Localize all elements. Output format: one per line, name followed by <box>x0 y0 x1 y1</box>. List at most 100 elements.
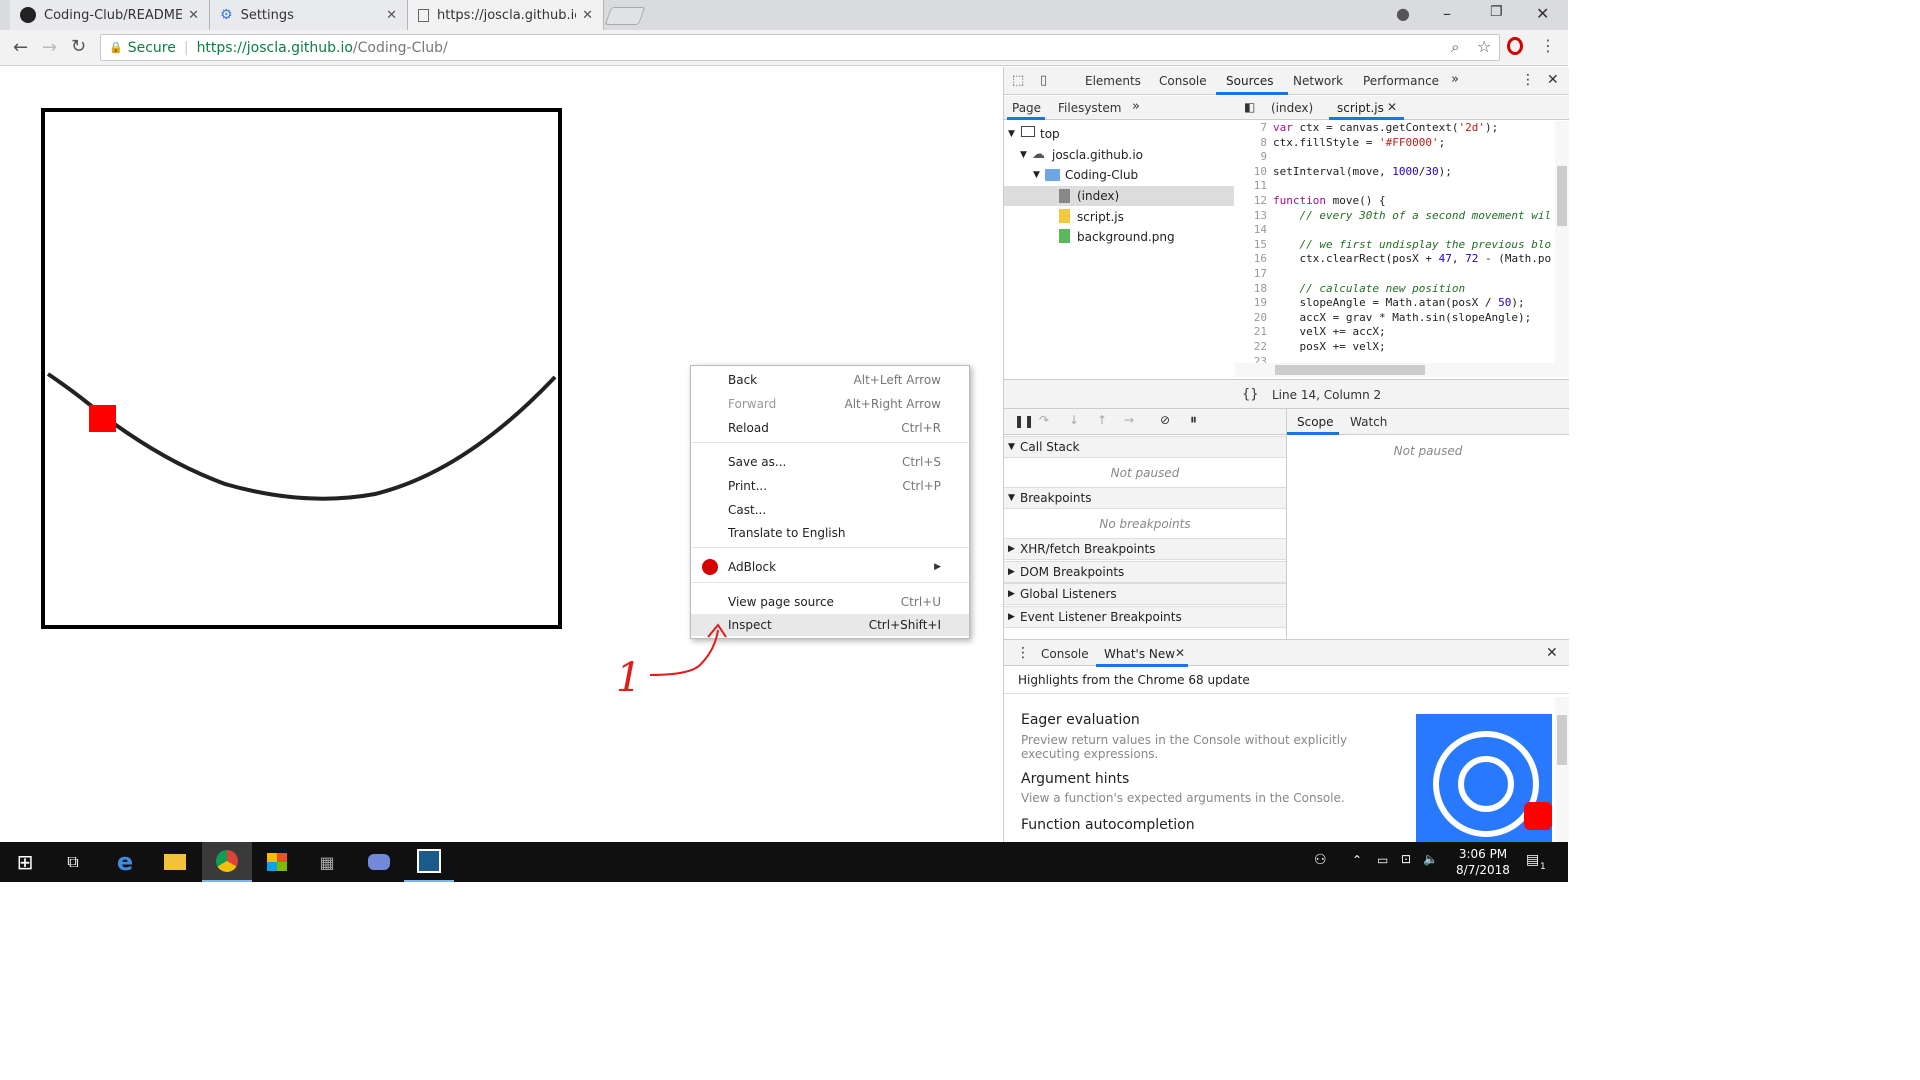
menu-item-translate[interactable]: Translate to English <box>691 522 969 544</box>
close-icon[interactable]: ✕ <box>188 8 199 23</box>
action-center-icon[interactable]: ▤ <box>1526 852 1539 868</box>
step-icon[interactable]: → <box>1124 413 1134 427</box>
tab-elements[interactable]: Elements <box>1085 74 1141 88</box>
devtools-close-icon[interactable]: ✕ <box>1547 72 1559 88</box>
inspect-element-icon[interactable]: ⬚ <box>1012 73 1024 88</box>
section-breakpoints[interactable]: ▼ Breakpoints <box>1004 487 1286 509</box>
menu-icon[interactable]: ⋮ <box>1540 36 1556 55</box>
deactivate-breakpoints-icon[interactable]: ⊘ <box>1160 413 1170 427</box>
tab-scope[interactable]: Scope <box>1297 415 1334 429</box>
pause-icon[interactable]: ❚❚ <box>1014 414 1034 428</box>
profile-icon[interactable]: ● <box>1396 4 1410 23</box>
menu-item-save-as[interactable]: Save as... Ctrl+S <box>691 451 969 473</box>
tab-console[interactable]: Console <box>1159 74 1207 88</box>
step-into-icon[interactable]: ↓ <box>1069 413 1079 427</box>
section-call-stack[interactable]: ▼ Call Stack <box>1004 436 1286 458</box>
forward-icon[interactable]: → <box>42 37 57 58</box>
drawer-tab-whats-new[interactable]: What's New <box>1104 647 1175 661</box>
more-tabs-icon[interactable]: » <box>1451 72 1459 87</box>
store-button[interactable] <box>252 842 302 882</box>
tree-domain[interactable]: joscla.github.io <box>1052 148 1143 162</box>
tab-filesystem[interactable]: Filesystem <box>1058 101 1121 115</box>
close-icon[interactable]: ✕ <box>1387 100 1397 114</box>
scrollbar-thumb[interactable] <box>1557 166 1567 226</box>
section-event-listener-breakpoints[interactable]: ▶ Event Listener Breakpoints <box>1004 606 1286 628</box>
close-icon[interactable]: ✕ <box>386 8 397 23</box>
drawer-tab-console[interactable]: Console <box>1041 647 1089 661</box>
tab-readme[interactable]: Coding-Club/README.m ✕ <box>10 0 210 30</box>
edge-button[interactable]: e <box>100 842 150 882</box>
tree-image[interactable]: background.png <box>1077 230 1175 244</box>
horizontal-scrollbar[interactable] <box>1235 363 1555 377</box>
pause-on-exceptions-icon[interactable]: ⏸ <box>1190 412 1197 428</box>
pretty-print-icon[interactable]: {} <box>1242 387 1259 402</box>
file-explorer-button[interactable] <box>150 842 200 882</box>
tray-chevron-icon[interactable]: ⌃ <box>1352 853 1362 867</box>
menu-item-cast[interactable]: Cast... <box>691 499 969 521</box>
devtools-menu-icon[interactable]: ⋮ <box>1521 72 1535 88</box>
menu-item-reload[interactable]: Reload Ctrl+R <box>691 417 969 439</box>
zoom-icon[interactable]: ⌕ <box>1451 38 1459 56</box>
step-over-icon[interactable]: ↷ <box>1039 413 1049 427</box>
scrollbar-thumb[interactable] <box>1557 715 1567 765</box>
close-icon[interactable]: ✕ <box>582 8 593 23</box>
app-button[interactable]: ▦ <box>302 842 352 882</box>
editor-tab-script[interactable]: script.js <box>1337 101 1384 115</box>
people-icon[interactable]: ⚇ <box>1314 852 1327 868</box>
close-icon[interactable]: ✕ <box>1175 646 1185 660</box>
discord-button[interactable] <box>354 842 404 882</box>
menu-item-back[interactable]: Back Alt+Left Arrow <box>691 369 969 391</box>
expand-arrow-icon[interactable]: ▼ <box>1008 129 1015 139</box>
minimize-icon[interactable]: – <box>1443 4 1451 23</box>
opera-icon[interactable] <box>1507 37 1523 55</box>
address-bar[interactable]: 🔒 Secure | https://joscla.github.io /Cod… <box>100 34 1500 61</box>
tab-settings[interactable]: ⚙ Settings ✕ <box>210 0 408 30</box>
battery-icon[interactable]: ▭ <box>1377 853 1388 867</box>
tab-active-page[interactable]: https://joscla.github.io/C ✕ <box>408 0 604 30</box>
drawer-menu-icon[interactable]: ⋮ <box>1016 645 1030 661</box>
volume-icon[interactable]: 🔈 <box>1423 852 1438 866</box>
new-tab-button[interactable] <box>604 7 646 25</box>
bookmark-star-icon[interactable]: ☆ <box>1477 37 1491 56</box>
expand-arrow-icon[interactable]: ▼ <box>1033 170 1040 180</box>
tree-folder[interactable]: Coding-Club <box>1065 168 1138 182</box>
start-button[interactable]: ⊞ <box>0 842 50 882</box>
tab-performance[interactable]: Performance <box>1363 74 1439 88</box>
expand-arrow-icon[interactable]: ▼ <box>1020 150 1027 160</box>
menu-item-forward[interactable]: Forward Alt+Right Arrow <box>691 393 969 415</box>
menu-item-print[interactable]: Print... Ctrl+P <box>691 475 969 497</box>
back-icon[interactable]: ← <box>13 37 28 58</box>
page-canvas[interactable] <box>41 108 562 629</box>
task-view-button[interactable]: ⧉ <box>48 842 98 882</box>
tree-script[interactable]: script.js <box>1077 210 1124 224</box>
menu-item-view-source[interactable]: View page source Ctrl+U <box>691 591 969 613</box>
drawer-scrollbar[interactable] <box>1555 697 1569 842</box>
video-thumbnail[interactable] <box>1416 714 1552 842</box>
window-close-icon[interactable]: ✕ <box>1536 4 1549 23</box>
section-global-listeners[interactable]: ▶ Global Listeners <box>1004 583 1286 605</box>
drawer-close-icon[interactable]: ✕ <box>1546 645 1558 661</box>
reload-icon[interactable]: ↻ <box>71 36 86 57</box>
editor-tab-index[interactable]: (index) <box>1271 101 1313 115</box>
tree-top[interactable]: top <box>1040 127 1060 141</box>
scrollbar-thumb[interactable] <box>1275 365 1425 375</box>
section-xhr-breakpoints[interactable]: ▶ XHR/fetch Breakpoints <box>1004 538 1286 560</box>
tree-index[interactable]: (index) <box>1077 189 1119 203</box>
vertical-scrollbar[interactable] <box>1555 121 1569 377</box>
tab-network[interactable]: Network <box>1293 74 1343 88</box>
toggle-navigator-icon[interactable]: ◧ <box>1244 100 1255 114</box>
tab-watch[interactable]: Watch <box>1350 415 1387 429</box>
menu-item-adblock[interactable]: AdBlock ▶ <box>691 556 969 578</box>
clock[interactable]: 3:06 PM 8/7/2018 <box>1448 846 1518 878</box>
network-icon[interactable]: ⊡ <box>1401 852 1411 866</box>
more-navigator-icon[interactable]: » <box>1132 99 1140 114</box>
tab-sources[interactable]: Sources <box>1226 74 1273 88</box>
tab-page[interactable]: Page <box>1012 101 1041 115</box>
code-editor[interactable]: 7 var ctx = canvas.getContext('2d'); 8 ctx… <box>1235 121 1555 375</box>
chrome-button[interactable] <box>202 842 252 882</box>
device-toolbar-icon[interactable]: ▯ <box>1040 73 1047 88</box>
step-out-icon[interactable]: ↑ <box>1097 413 1107 427</box>
brackets-button[interactable] <box>404 842 454 882</box>
maximize-icon[interactable]: ❐ <box>1490 4 1503 20</box>
section-dom-breakpoints[interactable]: ▶ DOM Breakpoints <box>1004 561 1286 583</box>
